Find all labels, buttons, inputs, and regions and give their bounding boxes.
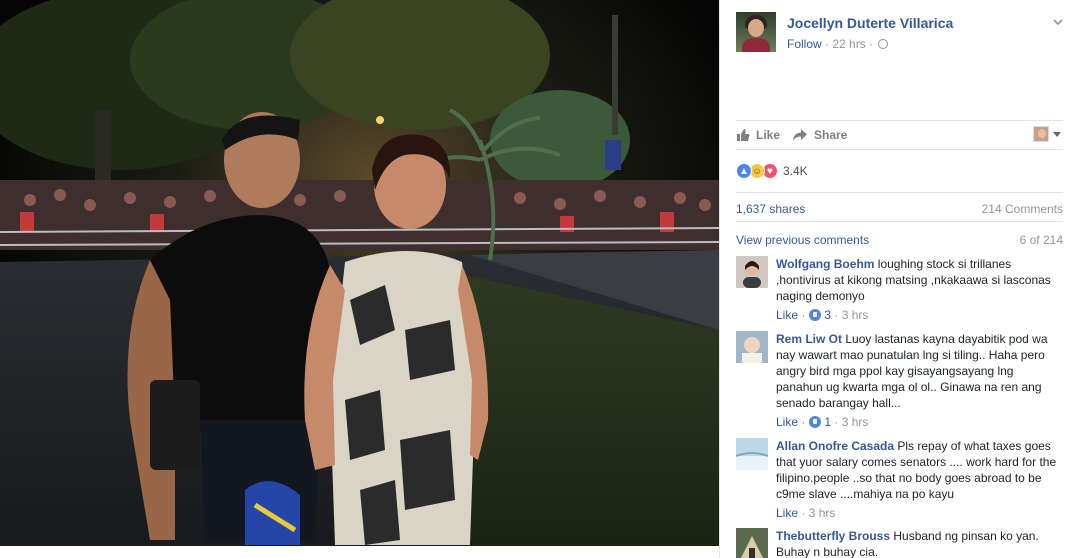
comments-count[interactable]: 214 Comments bbox=[982, 202, 1063, 216]
comment-body: Rem Liw Ot Luoy lastanas kayna dayabitik… bbox=[776, 331, 1063, 430]
comment-body: Thebutterfly Brouss Husband ng pinsan ko… bbox=[776, 528, 1063, 558]
comment-footer: Like · 3 · 3 hrs bbox=[776, 308, 869, 322]
comment-like-icon bbox=[809, 309, 822, 321]
follow-button[interactable]: Follow bbox=[787, 37, 822, 51]
comment-footer: Like · 1 · 3 hrs bbox=[776, 415, 869, 429]
like-label: Like bbox=[756, 128, 781, 142]
thumbs-up-icon bbox=[737, 129, 750, 141]
view-previous-comments-link[interactable]: View previous comments bbox=[736, 233, 869, 247]
globe-icon bbox=[878, 39, 889, 49]
commenter-avatar-image bbox=[736, 256, 768, 288]
caret-down-icon bbox=[1053, 131, 1061, 137]
commenter-avatar-image bbox=[736, 331, 768, 363]
author-name[interactable]: Jocellyn Duterte Villarica bbox=[787, 15, 953, 31]
commenter-avatar[interactable] bbox=[736, 438, 768, 470]
identity-avatar bbox=[1033, 126, 1049, 142]
post-photo[interactable] bbox=[0, 0, 719, 558]
commenter-avatar[interactable] bbox=[736, 256, 768, 288]
photo-bottom-edge bbox=[0, 546, 719, 558]
avatar-face bbox=[748, 19, 764, 37]
identity-chooser[interactable] bbox=[1033, 126, 1061, 142]
comment-like-icon bbox=[809, 416, 822, 428]
commenter-avatar[interactable] bbox=[736, 528, 768, 558]
like-button[interactable]: Like bbox=[736, 128, 780, 142]
photo-viewer: Jocellyn Duterte Villarica Follow · 22 h… bbox=[0, 0, 1078, 558]
reaction-count: 3.4K bbox=[783, 164, 808, 178]
author-avatar[interactable] bbox=[736, 12, 776, 52]
post-header: Jocellyn Duterte Villarica Follow · 22 h… bbox=[736, 12, 1066, 56]
comment-footer: Like · 3 hrs bbox=[776, 506, 836, 520]
photo-image bbox=[0, 0, 719, 558]
comments-page-count: 6 of 214 bbox=[1019, 233, 1063, 247]
share-arrow-icon bbox=[793, 129, 807, 141]
commenter-avatar[interactable] bbox=[736, 331, 768, 363]
commenter-name[interactable]: Thebutterfly Brouss bbox=[776, 529, 890, 543]
comment-time[interactable]: 3 hrs bbox=[842, 308, 869, 322]
commenter-name[interactable]: Wolfgang Boehm bbox=[776, 257, 874, 271]
comment-body: Allan Onofre Casada Pls repay of what ta… bbox=[776, 438, 1063, 521]
comment-like-button[interactable]: Like bbox=[776, 506, 798, 520]
share-button[interactable]: Share bbox=[792, 128, 847, 142]
shares-count[interactable]: 1,637 shares bbox=[736, 202, 805, 216]
reaction-summary[interactable]: ▲ ☺ ♥ 3.4K bbox=[736, 162, 808, 180]
commenter-avatar-image bbox=[736, 438, 768, 470]
comments-header: View previous comments 6 of 214 bbox=[736, 233, 1063, 251]
post-time[interactable]: 22 hrs bbox=[832, 37, 865, 51]
chevron-down-icon[interactable] bbox=[1052, 16, 1064, 28]
comment-like-button[interactable]: Like bbox=[776, 308, 798, 322]
comment-like-button[interactable]: Like bbox=[776, 415, 798, 429]
commenter-avatar-image bbox=[736, 528, 768, 558]
comment-body: Wolfgang Boehm loughing stock si trillan… bbox=[776, 256, 1063, 323]
comment-reaction-count[interactable]: 3 bbox=[824, 308, 831, 322]
post-side-panel: Jocellyn Duterte Villarica Follow · 22 h… bbox=[719, 0, 1078, 558]
post-stats: 1,637 shares 214 Comments bbox=[736, 192, 1063, 222]
post-meta: Follow · 22 hrs · bbox=[787, 37, 889, 51]
comment-reaction-count[interactable]: 1 bbox=[824, 415, 831, 429]
avatar-body bbox=[742, 38, 770, 52]
commenter-name[interactable]: Rem Liw Ot bbox=[776, 332, 842, 346]
comment-time[interactable]: 3 hrs bbox=[842, 415, 869, 429]
meta-separator: · bbox=[869, 37, 877, 51]
share-label: Share bbox=[814, 128, 848, 142]
comment-time[interactable]: 3 hrs bbox=[809, 506, 836, 520]
commenter-name[interactable]: Allan Onofre Casada bbox=[776, 439, 894, 453]
like-icon: ▲ bbox=[736, 163, 752, 179]
action-bar: Like Share bbox=[736, 120, 1063, 150]
